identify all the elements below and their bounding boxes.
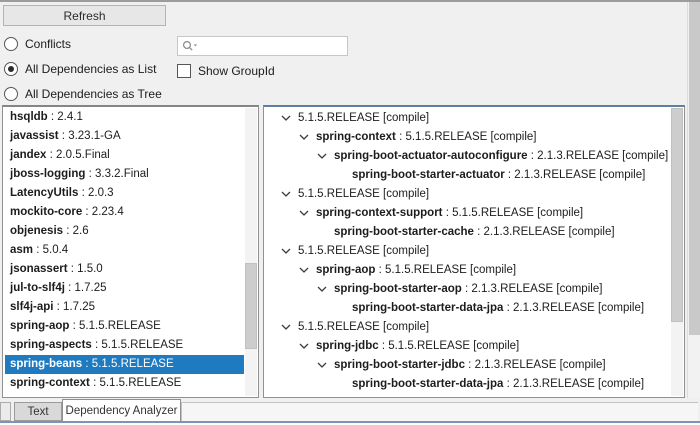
chevron-down-icon[interactable] xyxy=(299,134,316,140)
list-item[interactable]: LatencyUtils : 2.0.3 xyxy=(5,184,244,203)
tree-row-label: spring-boot-starter-actuator : 2.1.3.REL… xyxy=(352,169,645,181)
window-scrollbar-thumb[interactable] xyxy=(689,2,700,335)
tree-row-label: spring-context : 5.1.5.RELEASE [compile] xyxy=(316,131,537,143)
tree-row[interactable]: spring-jdbc : 5.1.5.RELEASE [compile] xyxy=(266,336,669,355)
chevron-down-icon[interactable] xyxy=(317,286,334,292)
list-item[interactable]: spring-beans : 5.1.5.RELEASE xyxy=(5,355,244,374)
dependency-analyzer-panel: Refresh Conflicts All Dependencies as Li… xyxy=(0,0,700,425)
list-item[interactable]: slf4j-api : 1.7.25 xyxy=(5,298,244,317)
tab-corner-spacer xyxy=(0,402,11,421)
dependency-tree: 5.1.5.RELEASE [compile] spring-context : … xyxy=(266,108,669,395)
list-item[interactable]: jboss-logging : 3.3.2.Final xyxy=(5,165,244,184)
tree-row-label: spring-jdbc : 5.1.5.RELEASE [compile] xyxy=(316,340,519,352)
show-groupid-checkbox[interactable]: Show GroupId xyxy=(177,64,275,78)
list-item[interactable]: jsonassert : 1.5.0 xyxy=(5,260,244,279)
tree-row[interactable]: spring-boot-starter-jdbc : 2.1.3.RELEASE… xyxy=(266,355,669,374)
tree-row[interactable]: spring-aop : 5.1.5.RELEASE [compile] xyxy=(266,260,669,279)
tree-row[interactable]: spring-boot-starter-data-jpa : 2.1.3.REL… xyxy=(266,374,669,393)
list-item[interactable]: objenesis : 2.6 xyxy=(5,222,244,241)
tree-row-label: 5.1.5.RELEASE [compile] xyxy=(298,321,429,333)
tree-row[interactable]: spring-boot-actuator-autoconfigure : 2.1… xyxy=(266,146,669,165)
dependency-tree-panel: 5.1.5.RELEASE [compile] spring-context : … xyxy=(263,105,685,398)
tree-row-label: 5.1.5.RELEASE [compile] xyxy=(298,245,429,257)
search-icon[interactable] xyxy=(182,40,198,52)
tree-row[interactable]: spring-boot-starter-actuator : 2.1.3.REL… xyxy=(266,165,669,184)
tree-row[interactable]: 5.1.5.RELEASE [compile] xyxy=(266,317,669,336)
dependency-list: hsqldb : 2.4.1javassist : 3.23.1-GAjande… xyxy=(5,108,244,395)
tree-row[interactable]: 5.1.5.RELEASE [compile] xyxy=(266,184,669,203)
tree-row[interactable]: 5.1.5.RELEASE [compile] xyxy=(266,241,669,260)
checkbox-label: Show GroupId xyxy=(198,64,275,78)
tree-row-label: spring-boot-starter-cache : 2.1.3.RELEAS… xyxy=(334,226,615,238)
tree-row[interactable]: spring-boot-starter-aop : 2.1.3.RELEASE … xyxy=(266,279,669,298)
tree-row-label: spring-boot-starter-data-jpa : 2.1.3.REL… xyxy=(352,302,644,314)
tree-row[interactable]: spring-boot-starter-data-jpa : 2.1.3.REL… xyxy=(266,298,669,317)
tree-row-label: spring-context-support : 5.1.5.RELEASE [… xyxy=(316,207,583,219)
refresh-button[interactable]: Refresh xyxy=(3,5,166,26)
chevron-down-icon[interactable] xyxy=(299,343,316,349)
list-item[interactable]: javassist : 3.23.1-GA xyxy=(5,127,244,146)
chevron-down-icon[interactable] xyxy=(281,324,298,330)
radio-icon[interactable] xyxy=(4,37,18,51)
list-item[interactable]: spring-aspects : 5.1.5.RELEASE xyxy=(5,336,244,355)
tree-row-label: spring-boot-starter-jdbc : 2.1.3.RELEASE… xyxy=(334,359,606,371)
top-separator xyxy=(0,0,700,2)
tree-scrollbar[interactable] xyxy=(671,108,683,396)
chevron-down-icon[interactable] xyxy=(281,248,298,254)
checkbox-icon[interactable] xyxy=(177,64,191,78)
tree-row[interactable]: spring-context-support : 5.1.5.RELEASE [… xyxy=(266,203,669,222)
radio-all-dependencies-as-tree[interactable]: All Dependencies as Tree xyxy=(4,87,162,101)
tab-bar-empty-area xyxy=(181,402,698,421)
tree-scrollbar-thumb[interactable] xyxy=(671,108,683,322)
list-item[interactable]: asm : 5.0.4 xyxy=(5,241,244,260)
radio-all-dependencies-as-list[interactable]: All Dependencies as List xyxy=(4,62,156,76)
radio-icon[interactable] xyxy=(4,87,18,101)
radio-label: All Dependencies as Tree xyxy=(25,87,162,101)
list-item[interactable]: spring-context : 5.1.5.RELEASE xyxy=(5,374,244,393)
tab-dependency-analyzer[interactable]: Dependency Analyzer xyxy=(62,399,181,421)
list-item[interactable]: jandex : 2.0.5.Final xyxy=(5,146,244,165)
tree-row-label: spring-aop : 5.1.5.RELEASE [compile] xyxy=(316,264,516,276)
tree-row[interactable]: spring-boot-starter-cache : 2.1.3.RELEAS… xyxy=(266,222,669,241)
radio-conflicts[interactable]: Conflicts xyxy=(4,37,71,51)
chevron-down-icon[interactable] xyxy=(281,115,298,121)
chevron-down-icon[interactable] xyxy=(299,267,316,273)
tree-row[interactable]: 5.1.5.RELEASE [compile] xyxy=(266,108,669,127)
tree-row[interactable]: spring-context : 5.1.5.RELEASE [compile] xyxy=(266,127,669,146)
search-input[interactable] xyxy=(198,38,356,54)
tree-row-label: spring-boot-actuator-autoconfigure : 2.1… xyxy=(334,150,668,162)
radio-label: All Dependencies as List xyxy=(25,62,156,76)
tree-row-label: spring-boot-starter-aop : 2.1.3.RELEASE … xyxy=(334,283,602,295)
list-item[interactable]: hsqldb : 2.4.1 xyxy=(5,108,244,127)
dependency-list-panel: hsqldb : 2.4.1javassist : 3.23.1-GAjande… xyxy=(2,105,259,398)
list-item[interactable]: mockito-core : 2.23.4 xyxy=(5,203,244,222)
list-scrollbar-thumb[interactable] xyxy=(245,263,257,349)
tree-row-label: spring-boot-starter-data-jpa : 2.1.3.REL… xyxy=(352,378,644,390)
tree-row-label: 5.1.5.RELEASE [compile] xyxy=(298,188,429,200)
radio-icon[interactable] xyxy=(4,62,18,76)
chevron-down-icon[interactable] xyxy=(317,153,334,159)
chevron-down-icon[interactable] xyxy=(281,191,298,197)
radio-label: Conflicts xyxy=(25,37,71,51)
chevron-down-icon[interactable] xyxy=(317,362,334,368)
tab-text[interactable]: Text xyxy=(14,402,62,421)
chevron-down-icon[interactable] xyxy=(299,210,316,216)
search-field[interactable] xyxy=(177,36,348,56)
list-item[interactable]: spring-aop : 5.1.5.RELEASE xyxy=(5,317,244,336)
window-scrollbar[interactable] xyxy=(687,2,700,398)
list-item[interactable]: jul-to-slf4j : 1.7.25 xyxy=(5,279,244,298)
tree-row-label: 5.1.5.RELEASE [compile] xyxy=(298,112,429,124)
list-scrollbar[interactable] xyxy=(245,108,257,396)
